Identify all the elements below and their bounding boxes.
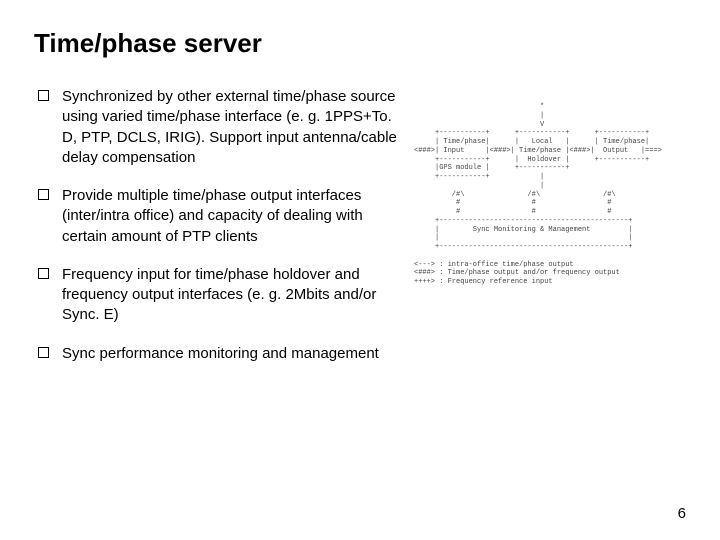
list-item: Frequency input for time/phase holdover … (34, 265, 404, 326)
diagram-column: * | V +-----------+ +-----------+ +-----… (404, 87, 686, 287)
list-item: Synchronized by other external time/phas… (34, 87, 404, 168)
slide: Time/phase server Synchronized by other … (0, 0, 720, 540)
content-columns: Synchronized by other external time/phas… (34, 87, 686, 382)
list-item: Sync performance monitoring and manageme… (34, 344, 404, 364)
bullet-column: Synchronized by other external time/phas… (34, 87, 404, 382)
page-title: Time/phase server (34, 28, 686, 59)
list-item: Provide multiple time/phase output inter… (34, 186, 404, 247)
bullet-list: Synchronized by other external time/phas… (34, 87, 404, 364)
ascii-diagram: * | V +-----------+ +-----------+ +-----… (414, 103, 686, 287)
page-number: 6 (678, 505, 686, 522)
